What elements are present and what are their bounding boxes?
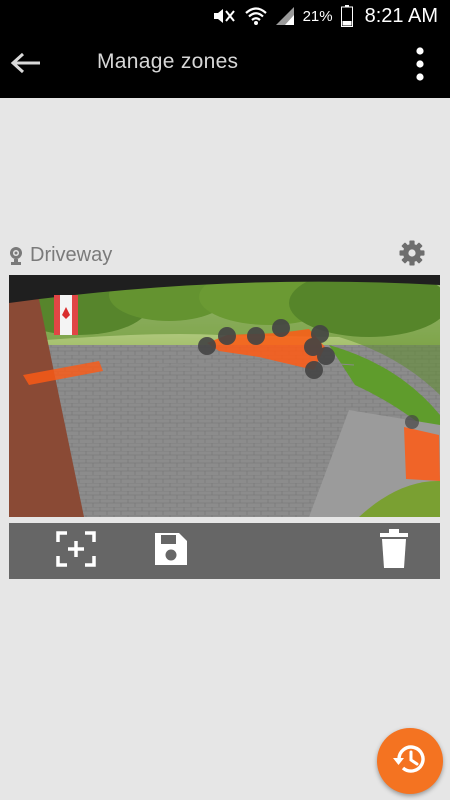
mute-icon	[211, 6, 237, 26]
gear-icon	[399, 240, 425, 271]
signal-icon	[275, 6, 295, 26]
status-bar: 21% 8:21 AM	[0, 0, 450, 32]
save-icon	[153, 531, 189, 572]
history-fab-button[interactable]	[377, 728, 443, 794]
save-zone-button[interactable]	[150, 531, 192, 571]
camera-icon	[9, 246, 23, 271]
more-vert-icon	[415, 46, 425, 86]
camera-settings-button[interactable]	[397, 240, 427, 270]
back-button[interactable]	[6, 45, 46, 85]
overflow-menu-button[interactable]	[406, 46, 434, 86]
camera-feed[interactable]	[9, 275, 440, 517]
add-zone-icon	[56, 530, 96, 572]
add-zone-button[interactable]	[55, 530, 97, 572]
camera-name: Driveway	[30, 244, 113, 266]
battery-icon	[340, 5, 353, 27]
history-icon	[393, 742, 427, 781]
zone-toolbar	[9, 523, 440, 579]
battery-percent: 21%	[302, 7, 333, 25]
page-title: Manage zones	[97, 50, 239, 73]
delete-icon	[380, 528, 408, 574]
delete-zone-button[interactable]	[373, 528, 415, 574]
app-bar: Manage zones	[0, 32, 450, 98]
arrow-left-icon	[10, 52, 42, 79]
clock: 8:21 AM	[364, 4, 438, 27]
status-icons: 21% 8:21 AM	[211, 4, 438, 28]
wifi-icon	[244, 6, 267, 26]
camera-header: Driveway	[9, 240, 440, 272]
